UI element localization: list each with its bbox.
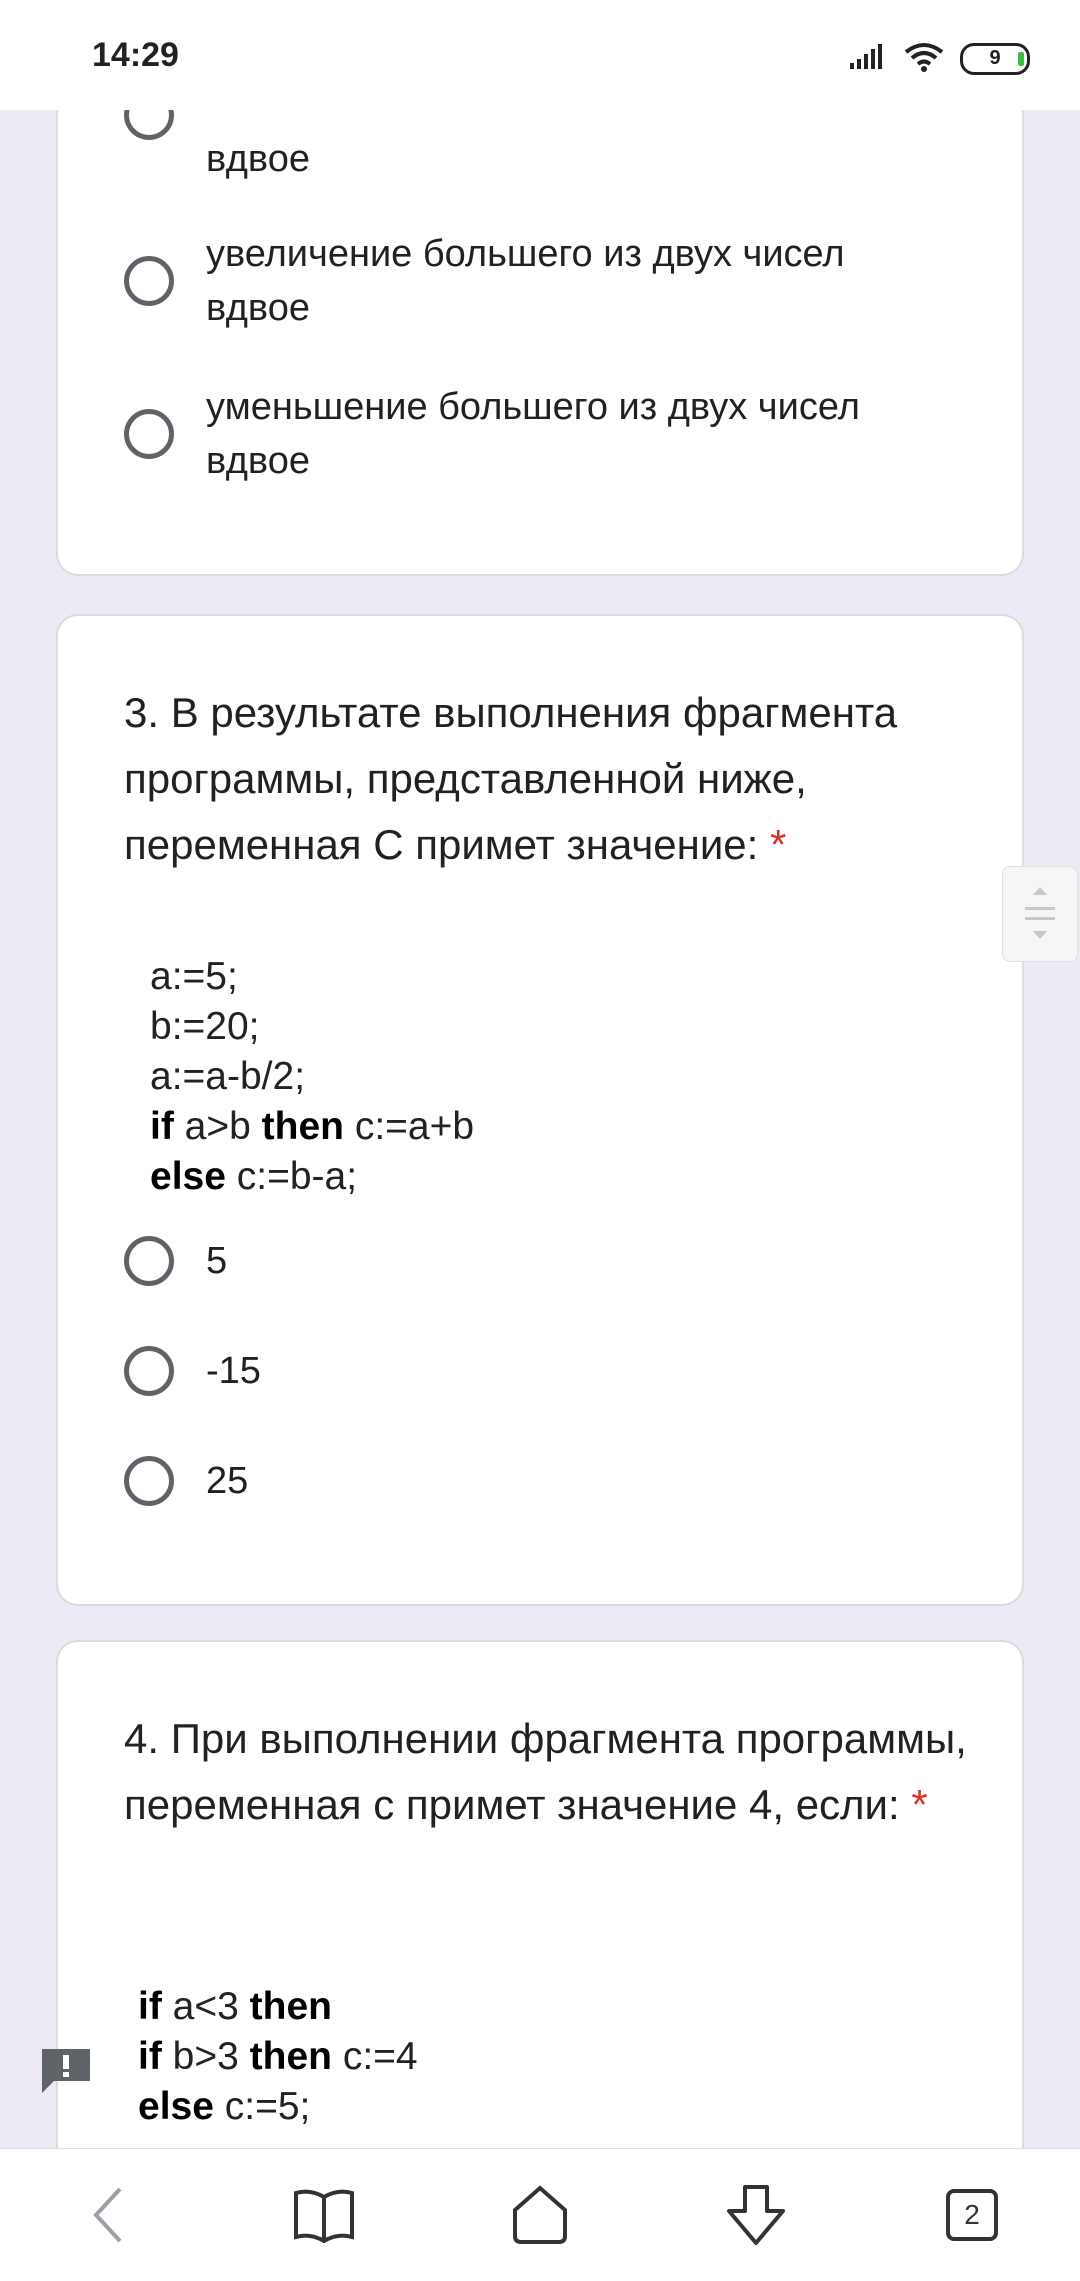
code-line: if b>3 then c:=4 bbox=[138, 2035, 418, 2078]
tab-count: 2 bbox=[946, 2189, 998, 2241]
answer-option[interactable]: 25 bbox=[124, 1456, 926, 1508]
radio-button[interactable] bbox=[124, 256, 174, 306]
question-text: 4. При выполнении фрагмента программы, п… bbox=[124, 1715, 967, 1828]
question-card-previous: вдвое увеличение большего из двух чисел … bbox=[56, 60, 1024, 576]
code-line: else c:=b-a; bbox=[150, 1155, 358, 1198]
question-title: 4. При выполнении фрагмента программы, п… bbox=[124, 1706, 974, 1838]
option-label: 25 bbox=[206, 1460, 249, 1502]
status-icons: 9 bbox=[848, 40, 1030, 77]
answer-option[interactable]: 5 bbox=[124, 1236, 926, 1288]
battery-level: 9 bbox=[989, 47, 1001, 69]
download-arrow-icon bbox=[727, 2185, 785, 2245]
option-label: вдвое bbox=[206, 138, 310, 180]
code-line: if a>b then c:=a+b bbox=[150, 1105, 475, 1148]
option-label: 5 bbox=[206, 1240, 228, 1282]
status-time: 14:29 bbox=[92, 36, 179, 74]
code-image: a:=5; b:=20; a:=a-b/2; if a>b then c:=a+… bbox=[150, 952, 474, 1202]
code-line: else c:=5; bbox=[138, 2085, 311, 2128]
answer-option[interactable]: вдвое bbox=[124, 90, 926, 186]
back-button[interactable] bbox=[68, 2179, 148, 2251]
battery-icon: 9 bbox=[960, 42, 1030, 75]
chevron-left-icon bbox=[93, 2187, 122, 2243]
question-title: 3. В результате выполнения фрагмента про… bbox=[124, 680, 974, 878]
code-line: a:=5; bbox=[150, 955, 238, 998]
option-label: -15 bbox=[206, 1350, 261, 1392]
download-button[interactable] bbox=[716, 2179, 796, 2251]
home-button[interactable] bbox=[500, 2179, 580, 2251]
radio-button[interactable] bbox=[124, 1236, 174, 1286]
answer-option[interactable]: -15 bbox=[124, 1346, 926, 1398]
drag-handle-icon bbox=[1025, 887, 1055, 939]
radio-button[interactable] bbox=[124, 1456, 174, 1506]
code-line: b:=20; bbox=[150, 1005, 260, 1048]
code-line: a:=a-b/2; bbox=[150, 1055, 306, 1098]
home-icon bbox=[513, 2185, 567, 2244]
signal-icon bbox=[848, 41, 888, 76]
tabs-button[interactable]: 2 bbox=[932, 2179, 1012, 2251]
report-feedback-icon[interactable] bbox=[38, 2045, 94, 2095]
option-label: увеличение большего из двух чисел вдвое bbox=[206, 233, 845, 329]
question-card-3: 3. В результате выполнения фрагмента про… bbox=[56, 614, 1024, 1606]
option-label: уменьшение большего из двух чисел вдвое bbox=[206, 386, 860, 482]
scroll-handle[interactable] bbox=[1002, 866, 1078, 962]
required-asterisk: * bbox=[911, 1781, 928, 1828]
browser-nav-bar: 2 bbox=[0, 2148, 1080, 2281]
code-line: if a<3 then bbox=[138, 1985, 332, 2028]
radio-button[interactable] bbox=[124, 1346, 174, 1396]
bookmarks-button[interactable] bbox=[284, 2179, 364, 2251]
radio-button[interactable] bbox=[124, 409, 174, 459]
book-icon bbox=[294, 2189, 354, 2243]
answer-option[interactable]: уменьшение большего из двух чисел вдвое bbox=[124, 380, 926, 488]
status-bar: 14:29 9 bbox=[0, 0, 1080, 110]
wifi-icon bbox=[902, 40, 946, 77]
required-asterisk: * bbox=[770, 821, 787, 868]
code-image: if a<3 then if b>3 then c:=4 else c:=5; bbox=[138, 1982, 418, 2132]
answer-option[interactable]: увеличение большего из двух чисел вдвое bbox=[124, 227, 926, 335]
